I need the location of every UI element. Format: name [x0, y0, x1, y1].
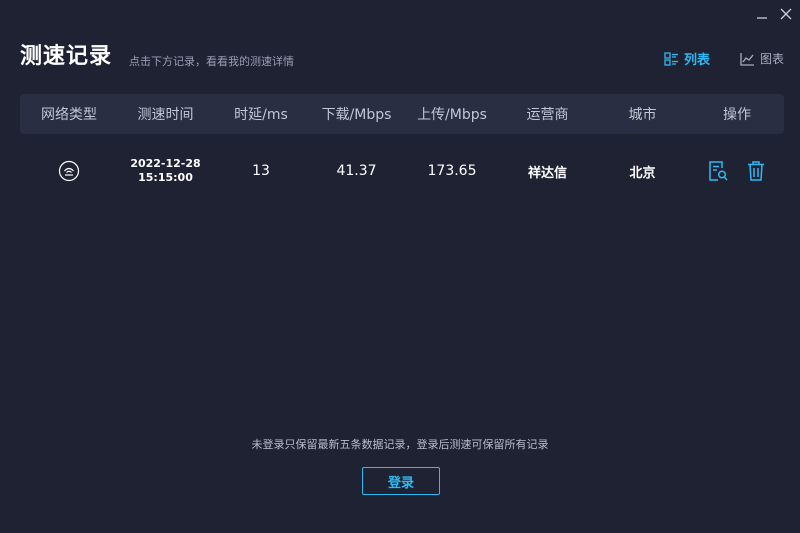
- window-controls: [750, 4, 798, 24]
- close-icon: [780, 8, 792, 20]
- delete-icon: [748, 161, 764, 181]
- column-header-isp: 运营商: [526, 107, 569, 123]
- table-row[interactable]: 2022-12-28 15:15:00 13 41.37 173.65 祥达信 …: [20, 134, 784, 208]
- list-icon: [664, 51, 679, 66]
- login-notice: 未登录只保留最新五条数据记录，登录后测速可保留所有记录: [251, 438, 549, 451]
- view-detail-button[interactable]: [708, 160, 728, 182]
- upload-cell: 173.65: [427, 163, 477, 179]
- minimize-icon: [757, 17, 767, 19]
- delete-button[interactable]: [746, 160, 766, 182]
- view-switch: 列表 图表: [634, 49, 784, 68]
- network-type-cell: [20, 160, 118, 182]
- column-header-network-type: 网络类型: [41, 107, 97, 123]
- column-header-upload: 上传/Mbps: [417, 107, 487, 123]
- city-cell: 北京: [629, 165, 656, 181]
- ethernet-icon: [58, 160, 80, 182]
- list-view-tab[interactable]: 列表: [664, 49, 710, 68]
- column-header-download: 下载/Mbps: [321, 107, 392, 123]
- minimize-button[interactable]: [750, 4, 774, 24]
- page-subtitle: 点击下方记录，看看我的测速详情: [129, 55, 294, 68]
- login-button[interactable]: 登录: [362, 467, 440, 495]
- list-view-label: 列表: [683, 53, 710, 68]
- test-time-cell: 2022-12-28 15:15:00: [118, 157, 213, 185]
- column-header-test-time: 测速时间: [137, 107, 194, 123]
- table-header: 网络类型 测速时间 时延/ms 下载/Mbps 上传/Mbps 运营商 城市 操…: [20, 94, 784, 134]
- actions-cell: [690, 160, 784, 182]
- close-button[interactable]: [774, 4, 798, 24]
- chart-view-label: 图表: [759, 52, 784, 66]
- column-header-latency: 时延/ms: [234, 107, 288, 123]
- isp-cell: 祥达信: [527, 165, 567, 181]
- speed-test-history-window: 测速记录 点击下方记录，看看我的测速详情 列表 图表 网络类型 测速时间 时延/…: [0, 0, 800, 533]
- test-date: 2022-12-28: [130, 157, 201, 170]
- view-detail-icon: [709, 161, 728, 181]
- column-header-city: 城市: [628, 107, 657, 123]
- records-table: 网络类型 测速时间 时延/ms 下载/Mbps 上传/Mbps 运营商 城市 操…: [20, 94, 784, 208]
- latency-cell: 13: [252, 163, 270, 179]
- test-clock-time: 15:15:00: [138, 171, 193, 184]
- chart-view-tab[interactable]: 图表: [740, 50, 784, 67]
- line-chart-icon: [740, 52, 755, 66]
- page-title: 测速记录: [20, 44, 113, 69]
- download-cell: 41.37: [336, 163, 377, 179]
- column-header-actions: 操作: [723, 107, 751, 123]
